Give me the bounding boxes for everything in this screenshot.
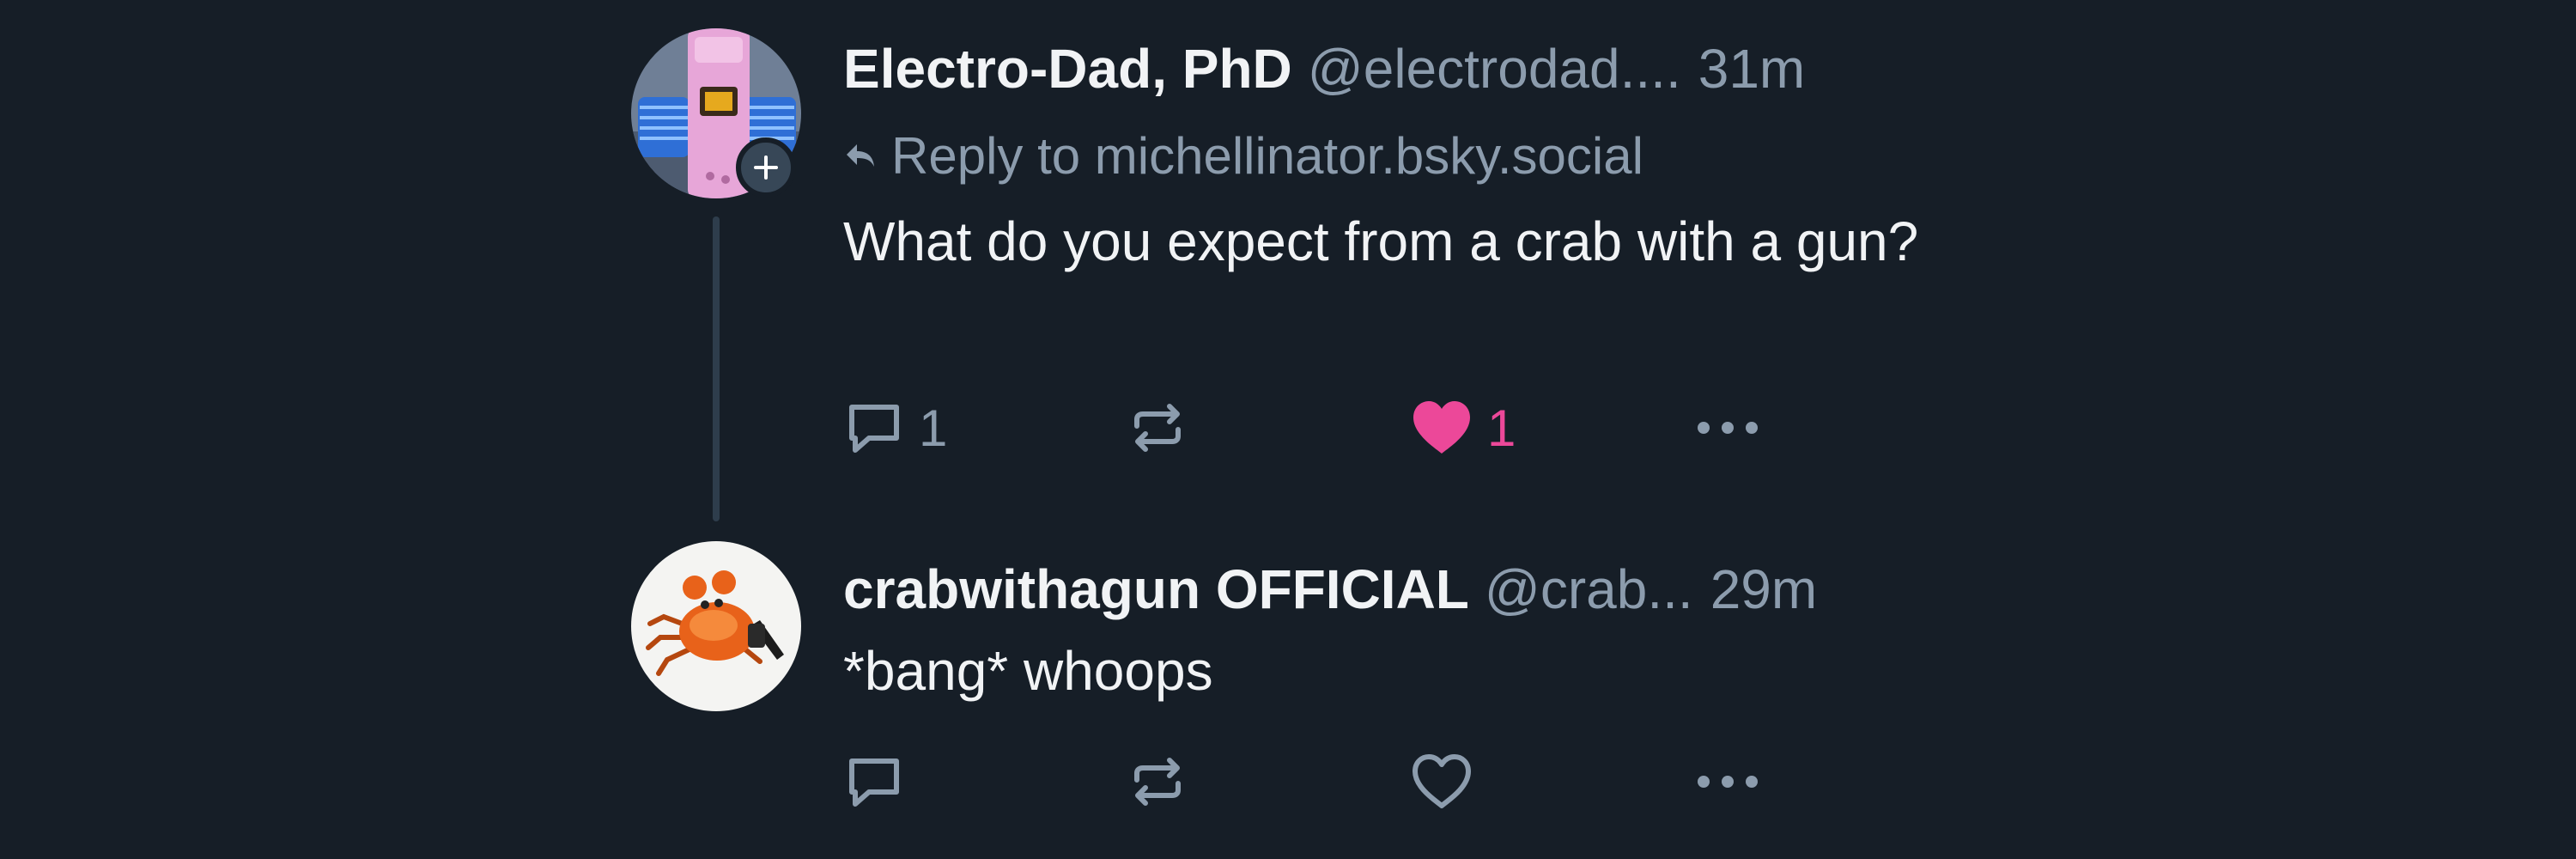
repost-button[interactable] xyxy=(1127,393,1188,462)
reply-to-link[interactable]: Reply to michellinator.bsky.social xyxy=(843,124,1643,189)
thread-line xyxy=(713,216,720,521)
reply-to-text: Reply to michellinator.bsky.social xyxy=(891,127,1643,185)
timestamp[interactable]: 31m xyxy=(1698,38,1806,100)
handle[interactable]: @electrodad.... xyxy=(1308,38,1681,100)
reply-count: 1 xyxy=(919,399,948,457)
reply-button[interactable] xyxy=(843,747,919,816)
plus-icon xyxy=(754,155,778,180)
crab-avatar[interactable] xyxy=(631,541,801,711)
post-crabwithagun[interactable]: crabwithagun OFFICIAL @crab... 29m *bang* … xyxy=(0,533,2576,859)
repost-button[interactable] xyxy=(1127,747,1188,816)
timestamp[interactable]: 29m xyxy=(1710,558,1818,620)
reply-button[interactable]: 1 xyxy=(843,393,947,462)
repost-icon xyxy=(1134,758,1181,806)
more-dots-icon xyxy=(1698,776,1758,788)
more-button[interactable] xyxy=(1693,747,1762,816)
display-name[interactable]: crabwithagun OFFICIAL xyxy=(843,558,1469,620)
post-text: *bang* whoops xyxy=(843,640,1213,702)
like-button[interactable]: 1 xyxy=(1410,393,1516,462)
follow-button[interactable] xyxy=(736,137,796,198)
comment-icon xyxy=(849,405,899,453)
like-button[interactable] xyxy=(1410,747,1487,816)
more-button[interactable] xyxy=(1693,393,1762,462)
post-electrodad[interactable]: Electro-Dad, PhD @electrodad.... 31m Reply… xyxy=(0,0,2576,533)
heart-filled-icon xyxy=(1413,401,1470,454)
post-text: What do you expect from a crab with a gu… xyxy=(843,210,1919,272)
post-header: crabwithagun OFFICIAL @crab... 29m xyxy=(843,555,1817,624)
more-dots-icon xyxy=(1698,422,1758,434)
like-count: 1 xyxy=(1487,399,1516,457)
handle[interactable]: @crab... xyxy=(1485,558,1693,620)
display-name[interactable]: Electro-Dad, PhD xyxy=(843,38,1292,100)
repost-icon xyxy=(1134,404,1181,452)
reply-arrow-icon xyxy=(847,144,874,167)
heart-outline-icon xyxy=(1413,754,1471,808)
post-header: Electro-Dad, PhD @electrodad.... 31m xyxy=(843,34,1805,103)
comment-icon xyxy=(849,758,899,807)
